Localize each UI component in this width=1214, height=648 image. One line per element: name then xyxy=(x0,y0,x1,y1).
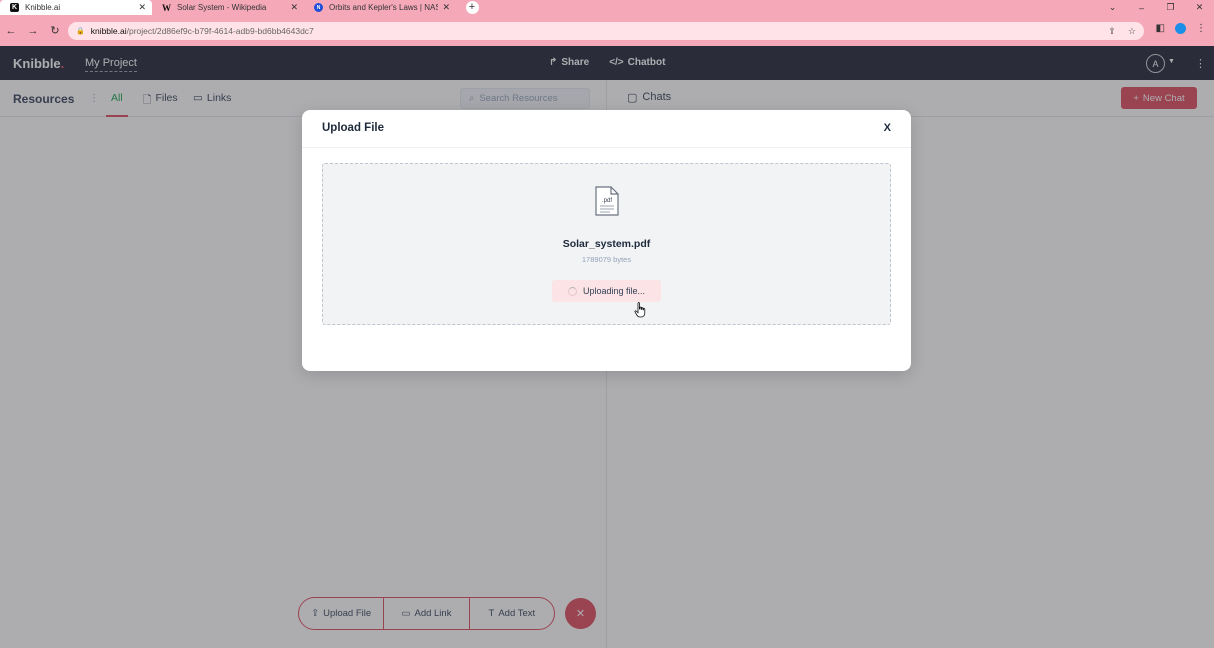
modal-header: Upload File X xyxy=(302,110,911,148)
knibble-favicon-icon: K xyxy=(10,3,19,12)
side-panel-icon[interactable]: ◧ xyxy=(1156,23,1165,34)
browser-tab-nasa[interactable]: N Orbits and Kepler's Laws | NAS ✕ xyxy=(304,0,456,15)
uploading-status-button: Uploading file... xyxy=(552,280,661,302)
share-page-icon[interactable]: ⇪ xyxy=(1108,26,1116,37)
pdf-file-icon: .pdf xyxy=(595,186,619,216)
modal-close-button[interactable]: X xyxy=(884,122,891,134)
tab-close-icon[interactable]: ✕ xyxy=(138,2,146,13)
modal-title: Upload File xyxy=(322,122,384,134)
tab-title: Knibble.ai xyxy=(25,3,61,12)
browser-toolbar: ← → ↻ 🔒 knibble.ai/project/2d86ef9c-b79f… xyxy=(0,15,1214,46)
upload-status-text: Uploading file... xyxy=(582,286,646,296)
back-icon[interactable]: ← xyxy=(0,25,22,37)
url-path: /project/2d86ef9c-b79f-4614-adb9-bd6bb46… xyxy=(126,26,314,36)
browser-tab-bar: K Knibble.ai ✕ W Solar System - Wikipedi… xyxy=(0,0,1214,15)
browser-menu-icon[interactable]: ⋮ xyxy=(1196,23,1206,34)
lock-icon: 🔒 xyxy=(76,28,85,35)
forward-icon[interactable]: → xyxy=(22,25,44,37)
tab-close-icon[interactable]: ✕ xyxy=(442,2,450,13)
plus-icon: + xyxy=(465,1,479,14)
restore-icon[interactable]: ❐ xyxy=(1156,2,1185,13)
close-window-icon[interactable]: ✕ xyxy=(1185,2,1214,13)
file-size: 1789079 bytes xyxy=(581,255,632,264)
window-controls: ⌄ – ❐ ✕ xyxy=(1098,0,1214,15)
file-dropzone[interactable]: .pdf Solar_system.pdf 1789079 bytes Uplo… xyxy=(322,163,891,325)
reload-icon[interactable]: ↻ xyxy=(44,24,66,37)
spinner-icon xyxy=(567,286,577,296)
browser-tab-wikipedia[interactable]: W Solar System - Wikipedia ✕ xyxy=(152,0,304,15)
upload-file-modal: Upload File X .pdf Solar_system.pdf 1789… xyxy=(302,110,911,371)
nasa-favicon-icon: N xyxy=(314,3,323,12)
wikipedia-favicon-icon: W xyxy=(162,2,171,13)
browser-tab-knibble[interactable]: K Knibble.ai ✕ xyxy=(0,0,152,15)
minimize-icon[interactable]: – xyxy=(1127,3,1156,13)
tab-search-icon[interactable]: ⌄ xyxy=(1098,2,1127,13)
tab-title: Orbits and Kepler's Laws | NAS xyxy=(329,3,439,12)
address-bar[interactable]: 🔒 knibble.ai/project/2d86ef9c-b79f-4614-… xyxy=(68,22,1144,40)
hand-cursor-icon xyxy=(634,302,646,318)
tab-title: Solar System - Wikipedia xyxy=(177,3,267,12)
tab-close-icon[interactable]: ✕ xyxy=(290,2,298,13)
pdf-ext-label: .pdf xyxy=(602,198,612,204)
new-tab-button[interactable]: + xyxy=(464,0,480,15)
file-name: Solar_system.pdf xyxy=(562,238,651,250)
bookmark-star-icon[interactable]: ☆ xyxy=(1128,26,1136,37)
extension-icon[interactable] xyxy=(1175,23,1186,34)
url-host: knibble.ai xyxy=(90,26,127,36)
